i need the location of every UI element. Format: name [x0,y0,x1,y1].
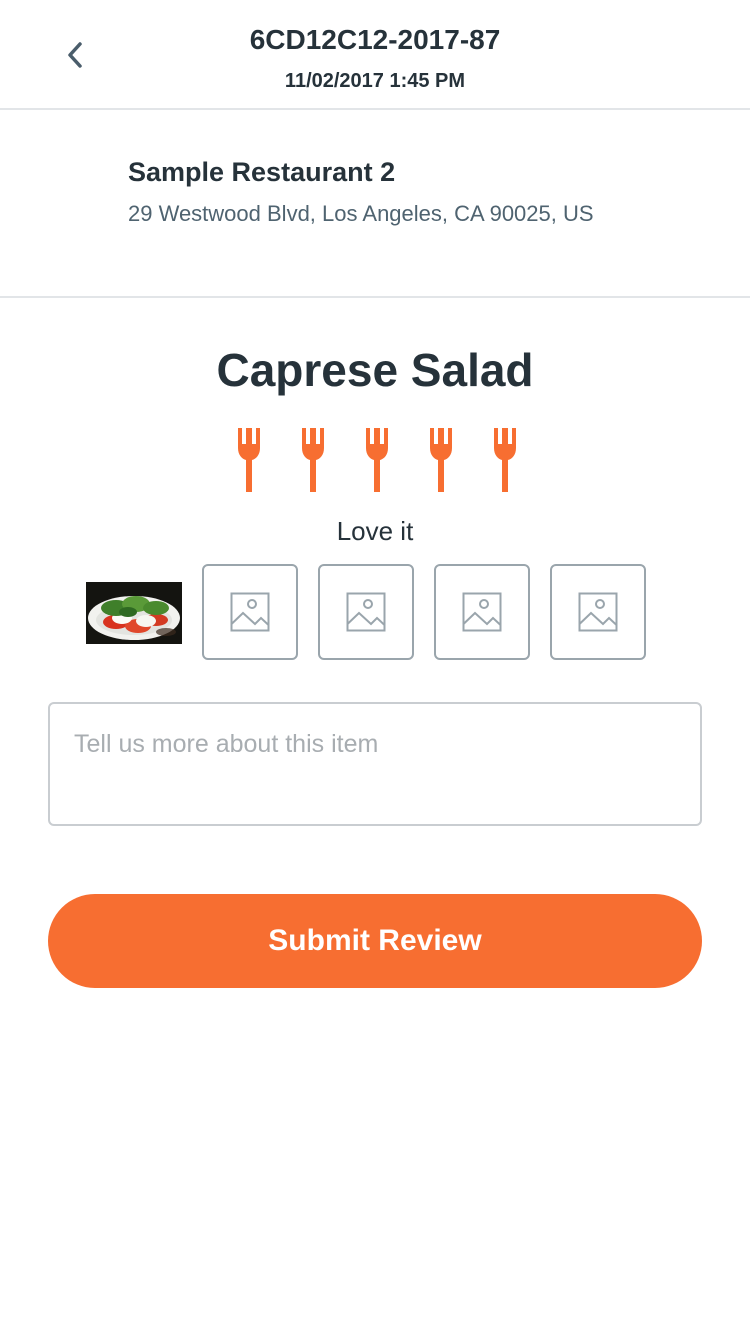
fork-rating [0,428,750,494]
order-id: 6CD12C12-2017-87 [249,24,501,55]
add-photo-slot-3[interactable] [434,564,530,660]
top-bar: 6CD12C12-2017-87 11/02/2017 1:45 PM [0,0,750,110]
fork-icon [494,428,516,492]
review-text-input[interactable] [48,702,702,826]
fork-rating-1[interactable] [236,428,262,492]
restaurant-info: Sample Restaurant 2 29 Westwood Blvd, Lo… [0,112,750,298]
caprese-salad-photo [86,582,182,644]
fork-rating-5[interactable] [492,428,518,492]
rating-label: Love it [336,516,414,546]
fork-icon [302,428,324,492]
image-placeholder-icon [462,592,502,632]
add-photo-slot-1[interactable] [202,564,298,660]
attached-photo-thumbnail[interactable] [86,582,182,644]
image-placeholder-icon [346,592,386,632]
image-placeholder-icon [578,592,618,632]
order-datetime: 11/02/2017 1:45 PM [284,70,466,92]
restaurant-name: Sample Restaurant 2 [128,157,396,187]
submit-review-button[interactable]: Submit Review [48,894,702,988]
fork-icon [430,428,452,492]
item-title: Caprese Salad [216,344,534,396]
photo-row [0,564,750,662]
fork-icon [238,428,260,492]
add-photo-slot-4[interactable] [550,564,646,660]
fork-rating-3[interactable] [364,428,390,492]
fork-rating-2[interactable] [300,428,326,492]
fork-icon [366,428,388,492]
add-photo-slot-2[interactable] [318,564,414,660]
image-placeholder-icon [230,592,270,632]
restaurant-address: 29 Westwood Blvd, Los Angeles, CA 90025,… [128,201,594,226]
fork-rating-4[interactable] [428,428,454,492]
